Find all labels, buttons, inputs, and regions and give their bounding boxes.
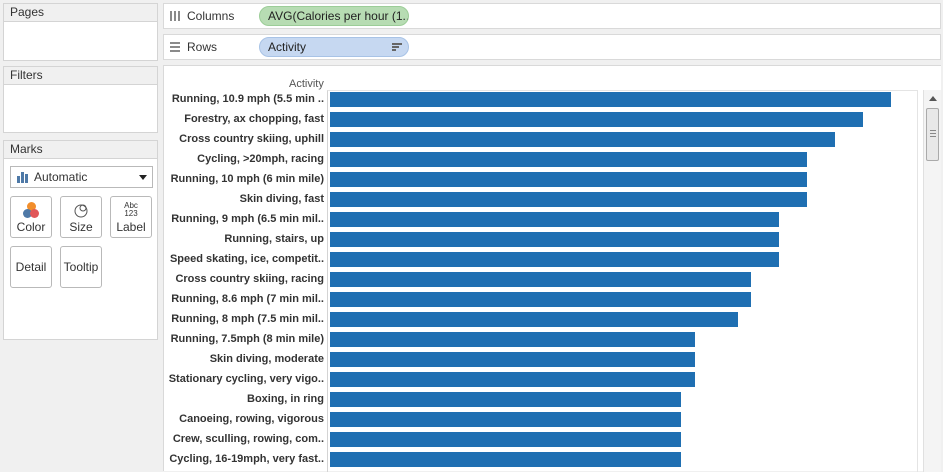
row-label[interactable]: Canoeing, rowing, vigorous [164,413,324,425]
mark-type-value: Automatic [34,170,88,184]
rows-pill-label: Activity [268,40,307,54]
sort-descending-icon[interactable] [392,43,402,52]
columns-shelf[interactable]: Columns AVG(Calories per hour (1.. [163,3,941,29]
size-button-label: Size [69,220,93,234]
label-button[interactable]: Abc 123 Label [110,196,152,238]
mark-type-dropdown[interactable]: Automatic [10,166,153,188]
row-label[interactable]: Cross country skiing, racing [164,273,324,285]
table-row[interactable]: Running, 8 mph (7.5 min mil.. [164,310,918,330]
table-row[interactable]: Stationary cycling, very vigo.. [164,370,918,390]
color-button[interactable]: Color [10,196,52,238]
color-palette-icon [21,202,41,220]
rows-label: Rows [187,40,218,54]
bar-mark[interactable] [330,432,681,447]
row-label[interactable]: Running, 8.6 mph (7 min mil.. [164,293,324,305]
pages-title: Pages [4,4,157,22]
filters-title: Filters [4,67,157,85]
columns-label: Columns [187,9,235,23]
bar-mark[interactable] [330,272,751,287]
color-button-label: Color [16,220,46,234]
bar-mark[interactable] [330,452,681,467]
vertical-scrollbar[interactable] [923,90,941,472]
label-button-label: Label [116,220,146,234]
marks-title: Marks [4,141,157,159]
table-row[interactable]: Canoeing, rowing, vigorous [164,410,918,430]
bar-mark[interactable] [330,152,807,167]
row-label[interactable]: Skin diving, moderate [164,353,324,365]
row-label[interactable]: Skin diving, fast [164,193,324,205]
row-label[interactable]: Running, 8 mph (7.5 min mil.. [164,313,324,325]
table-row[interactable]: Forestry, ax chopping, fast [164,110,918,130]
detail-button[interactable]: Detail [10,246,52,288]
table-row[interactable]: Running, stairs, up [164,230,918,250]
row-label[interactable]: Running, 7.5mph (8 min mile) [164,333,324,345]
row-label[interactable]: Crew, sculling, rowing, com.. [164,433,324,445]
row-label[interactable]: Running, 9 mph (6.5 min mil.. [164,213,324,225]
table-row[interactable]: Boxing, in ring [164,390,918,410]
scroll-thumb[interactable] [926,108,939,161]
bar-mark[interactable] [330,412,681,427]
table-row[interactable]: Running, 10 mph (6 min mile) [164,170,918,190]
scroll-up-icon[interactable] [929,96,937,101]
table-row[interactable]: Skin diving, fast [164,190,918,210]
table-row[interactable]: Cross country skiing, racing [164,270,918,290]
rows-icon [170,42,180,52]
row-label[interactable]: Running, 10 mph (6 min mile) [164,173,324,185]
bar-mark[interactable] [330,232,779,247]
table-row[interactable]: Running, 7.5mph (8 min mile) [164,330,918,350]
row-label[interactable]: Speed skating, ice, competit.. [164,253,324,265]
tooltip-button-label: Tooltip [63,260,99,274]
bar-mark[interactable] [330,292,751,307]
row-label[interactable]: Running, 10.9 mph (5.5 min .. [164,93,324,105]
row-header-activity[interactable]: Activity [289,78,324,90]
bar-mark[interactable] [330,192,807,207]
bar-mark[interactable] [330,372,695,387]
chevron-down-icon[interactable] [139,175,147,180]
rows-pill[interactable]: Activity [259,37,409,57]
bar-mark[interactable] [330,352,695,367]
row-label[interactable]: Cycling, >20mph, racing [164,153,324,165]
table-row[interactable]: Cross country skiing, uphill [164,130,918,150]
columns-icon [170,11,180,21]
bar-mark[interactable] [330,392,681,407]
bar-mark[interactable] [330,312,738,327]
bar-mark[interactable] [330,172,807,187]
table-row[interactable]: Cycling, 16-19mph, very fast.. [164,450,918,470]
bar-mark[interactable] [330,332,695,347]
detail-button-label: Detail [15,260,47,274]
table-row[interactable]: Cycling, >20mph, racing [164,150,918,170]
bar-mark[interactable] [330,252,779,267]
bar-mark[interactable] [330,212,779,227]
size-circles-icon [73,202,89,221]
row-label[interactable]: Stationary cycling, very vigo.. [164,373,324,385]
rows-shelf[interactable]: Rows Activity [163,34,941,60]
row-label[interactable]: Forestry, ax chopping, fast [164,113,324,125]
row-label[interactable]: Cross country skiing, uphill [164,133,324,145]
table-row[interactable]: Crew, sculling, rowing, com.. [164,430,918,450]
row-label[interactable]: Boxing, in ring [164,393,324,405]
size-button[interactable]: Size [60,196,102,238]
table-row[interactable]: Skin diving, moderate [164,350,918,370]
row-label[interactable]: Cycling, 16-19mph, very fast.. [164,453,324,465]
abc-123-icon: Abc 123 [124,201,138,218]
filters-card[interactable]: Filters [3,66,158,133]
bar-mark[interactable] [330,92,891,107]
columns-pill[interactable]: AVG(Calories per hour (1.. [259,6,409,26]
bar-mark[interactable] [330,112,863,127]
bar-mark[interactable] [330,132,835,147]
table-row[interactable]: Speed skating, ice, competit.. [164,250,918,270]
bar-chart-icon [17,171,28,183]
row-label[interactable]: Running, stairs, up [164,233,324,245]
viz-area: Activity Running, 10.9 mph (5.5 min .. Fo… [163,65,941,472]
marks-card: Marks Automatic Color Size Abc 123 Label [3,140,158,340]
table-row[interactable]: Running, 8.6 mph (7 min mil.. [164,290,918,310]
table-row[interactable]: Running, 9 mph (6.5 min mil.. [164,210,918,230]
tooltip-button[interactable]: Tooltip [60,246,102,288]
table-row[interactable]: Running, 10.9 mph (5.5 min .. [164,90,918,110]
pages-card: Pages [3,3,158,61]
